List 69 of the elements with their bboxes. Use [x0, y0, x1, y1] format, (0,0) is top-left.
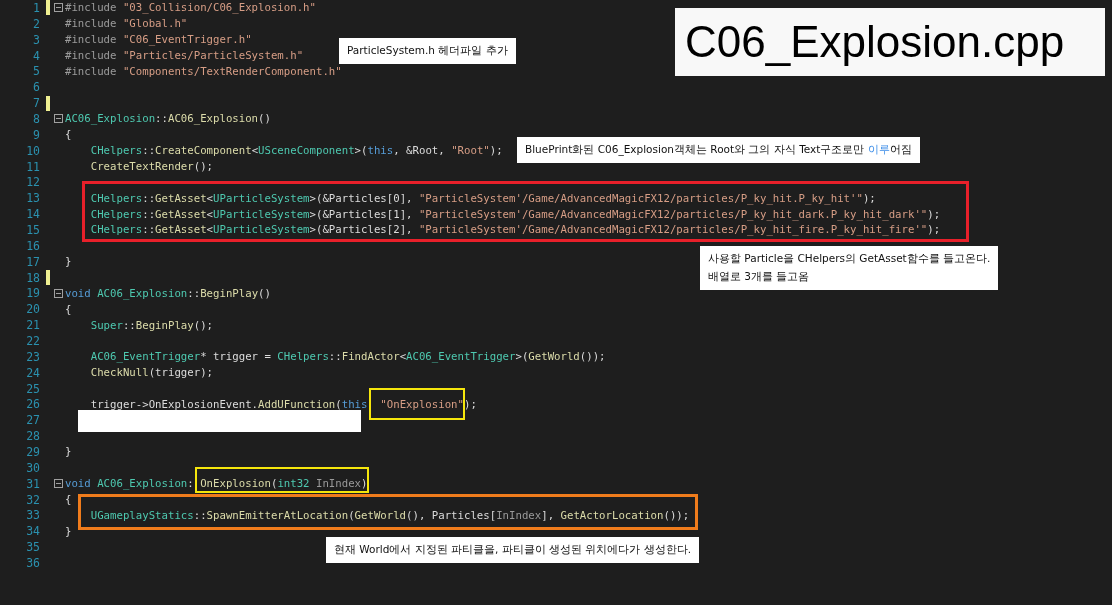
- annotation-note: 사용할 Particle을 CHelpers의 GetAsset함수를 들고온다. 배열로 3개를 들고옴: [700, 246, 999, 290]
- line-number: 3: [33, 32, 40, 47]
- line-number: 33: [26, 508, 40, 523]
- code-line: {: [65, 493, 72, 507]
- line-number: 1: [33, 0, 40, 15]
- line-number: 27: [26, 413, 40, 428]
- code-line: void AC06_Explosion::BeginPlay(): [65, 286, 271, 300]
- code-line: {: [65, 128, 72, 142]
- line-number: 12: [26, 175, 40, 190]
- collapse-icon[interactable]: [54, 479, 63, 489]
- line-number: 17: [26, 254, 40, 269]
- line-number: 14: [26, 207, 40, 222]
- line-number: 19: [26, 286, 40, 301]
- line-number: 15: [26, 222, 40, 237]
- line-number: 10: [26, 143, 40, 158]
- code-line: #include "Components/TextRenderComponent.h": [65, 64, 342, 78]
- line-number: 13: [26, 191, 40, 206]
- code-line: #include "Particles/ParticleSystem.h": [65, 49, 304, 62]
- line-number: 26: [26, 397, 40, 412]
- code-line: CheckNull(trigger);: [89, 366, 213, 380]
- code-line: CHelpers::GetAsset<UParticleSystem>(&Particles[1], "ParticleSystem'/Game/AdvancedMagicFX12/particles/P_ky_hit_dark.P_ky_hit_dark'");: [89, 207, 941, 221]
- code-line: AC06_Explosion::AC06_Explosion(): [65, 112, 271, 126]
- line-number: 31: [26, 476, 40, 491]
- code-line: }: [65, 445, 72, 459]
- annotation-note: ParticleSystem.h 헤더파일 추가: [339, 38, 516, 64]
- line-number: 20: [26, 302, 40, 317]
- line-number: 35: [26, 540, 40, 555]
- file-title: C06_Explosion.cpp: [675, 8, 1105, 76]
- code-line: void AC06_Explosion: OnExplosion(int32 InIndex): [65, 477, 368, 491]
- annotation-note: 현재 World에서 지정된 파티클을, 파티클이 생성된 위치에다가 생성한다.: [326, 537, 700, 563]
- line-number: 28: [26, 429, 40, 444]
- line-number: 2: [33, 16, 40, 31]
- line-number: 8: [33, 111, 40, 126]
- code-line: #include "Global.h": [65, 17, 188, 31]
- line-number: 24: [26, 365, 40, 380]
- line-number: 21: [26, 318, 40, 333]
- line-number: 18: [26, 270, 40, 285]
- line-number: 23: [26, 349, 40, 364]
- line-number: 11: [26, 159, 40, 174]
- code-line: CHelpers::GetAsset<UParticleSystem>(&Particles[0], "ParticleSystem'/Game/AdvancedMagicFX12/particles/P_ky_hit.P_ky_hit'");: [89, 191, 876, 205]
- code-line: Super::BeginPlay();: [89, 318, 214, 332]
- code-line: #include "03_Collision/C06_Explosion.h": [65, 1, 316, 15]
- line-number: 7: [33, 96, 40, 111]
- line-number: 36: [26, 556, 40, 570]
- line-number: 5: [33, 64, 40, 79]
- line-number: 25: [26, 381, 40, 396]
- code-line: trigger->OnExplosionEvent.AddUFunction(this "OnExplosion");: [89, 397, 477, 411]
- line-number: 32: [26, 492, 40, 507]
- line-number: 16: [26, 238, 40, 253]
- line-number: 34: [26, 524, 40, 539]
- line-number: 29: [26, 445, 40, 459]
- collapse-icon[interactable]: [54, 114, 63, 124]
- line-number: 30: [26, 460, 40, 475]
- code-line: #include "C06_EventTrigger.h": [65, 33, 252, 47]
- code-line: CHelpers::CreateComponent<USceneComponent>(this, &Root, "Root");: [89, 144, 503, 158]
- line-number: 9: [33, 127, 40, 142]
- code-line: UGameplayStatics::SpawnEmitterAtLocation(GetWorld(), Particles[InIndex], GetActorLocation());: [89, 508, 690, 522]
- collapse-icon[interactable]: [54, 3, 63, 13]
- annotation-note: BluePrint화된 C06_Explosion객체는 Root와 그의 자식 Text구조로만 이루어짐: [517, 137, 920, 163]
- code-line: {: [65, 302, 72, 316]
- code-line: CHelpers::GetAsset<UParticleSystem>(&Particles[2], "ParticleSystem'/Game/AdvancedMagicFX12/particles/P_ky_hit_fire.P_ky_hit_fire'");: [89, 223, 941, 237]
- code-line: AC06_EventTrigger* trigger = CHelpers::FindActor<AC06_EventTrigger>(GetWorld());: [89, 350, 606, 364]
- code-line: CreateTextRender();: [89, 160, 213, 173]
- line-number: 4: [33, 48, 40, 63]
- collapse-icon[interactable]: [54, 288, 63, 298]
- code-line: }: [65, 255, 72, 269]
- code-line: }: [65, 524, 72, 538]
- line-number: 22: [26, 333, 40, 348]
- line-number: 6: [33, 80, 40, 95]
